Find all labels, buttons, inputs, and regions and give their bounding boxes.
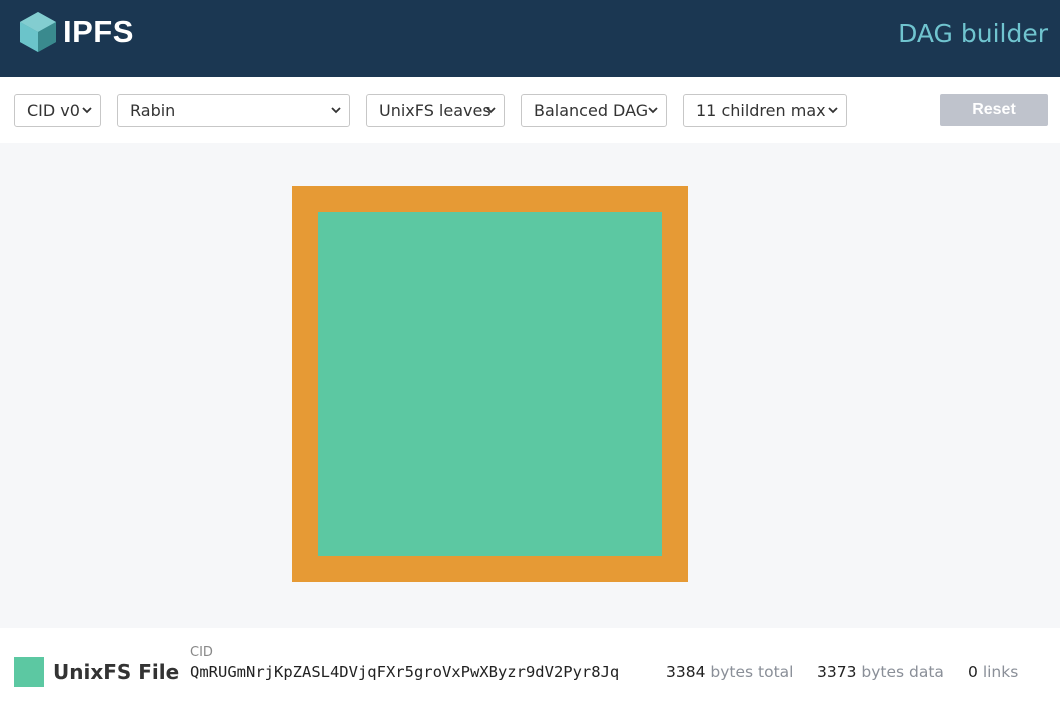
chunker-select[interactable]: Rabin bbox=[117, 94, 350, 127]
bytes-total-unit: bytes total bbox=[710, 663, 794, 681]
leaf-type-value: UnixFS leaves bbox=[379, 101, 491, 120]
links-unit: links bbox=[982, 663, 1019, 681]
page-title: DAG builder bbox=[898, 19, 1048, 48]
unixfs-file-node-fill bbox=[318, 212, 662, 556]
dag-layout-select[interactable]: Balanced DAG bbox=[521, 94, 667, 127]
chevron-down-icon bbox=[82, 107, 92, 114]
node-type-label: UnixFS File bbox=[53, 660, 180, 684]
max-children-select[interactable]: 11 children max bbox=[683, 94, 847, 127]
node-type-swatch bbox=[14, 657, 44, 687]
cid-version-select[interactable]: CID v0 bbox=[14, 94, 101, 127]
ipfs-cube-logo-icon bbox=[18, 10, 58, 54]
links-value: 0 bbox=[968, 663, 978, 681]
brand-name: IPFS bbox=[63, 14, 134, 49]
chevron-down-icon bbox=[486, 107, 496, 114]
cid-value: QmRUGmNrjKpZASL4DVjqFXr5groVxPwXByzr9dV2… bbox=[190, 663, 620, 681]
bytes-data-stat: 3373 bytes data bbox=[817, 663, 944, 681]
bytes-total-stat: 3384 bytes total bbox=[666, 663, 793, 681]
reset-button[interactable]: Reset bbox=[940, 94, 1048, 126]
links-stat: 0 links bbox=[968, 663, 1018, 681]
dag-canvas[interactable] bbox=[0, 143, 1060, 628]
cid-label: CID bbox=[190, 645, 213, 660]
chevron-down-icon bbox=[828, 107, 838, 114]
max-children-value: 11 children max bbox=[696, 101, 826, 120]
bytes-total-value: 3384 bbox=[666, 663, 706, 681]
chunker-value: Rabin bbox=[130, 101, 176, 120]
app-header: IPFS DAG builder bbox=[0, 0, 1060, 77]
node-details-panel: UnixFS File CID QmRUGmNrjKpZASL4DVjqFXr5… bbox=[0, 628, 1060, 702]
leaf-type-select[interactable]: UnixFS leaves bbox=[366, 94, 505, 127]
bytes-data-value: 3373 bbox=[817, 663, 857, 681]
toolbar: CID v0 Rabin UnixFS leaves Balanced DAG … bbox=[0, 77, 1060, 143]
bytes-data-unit: bytes data bbox=[861, 663, 944, 681]
dag-root-node[interactable] bbox=[292, 186, 688, 582]
chevron-down-icon bbox=[331, 107, 341, 114]
dag-layout-value: Balanced DAG bbox=[534, 101, 649, 120]
cid-version-value: CID v0 bbox=[27, 101, 80, 120]
chevron-down-icon bbox=[648, 107, 658, 114]
